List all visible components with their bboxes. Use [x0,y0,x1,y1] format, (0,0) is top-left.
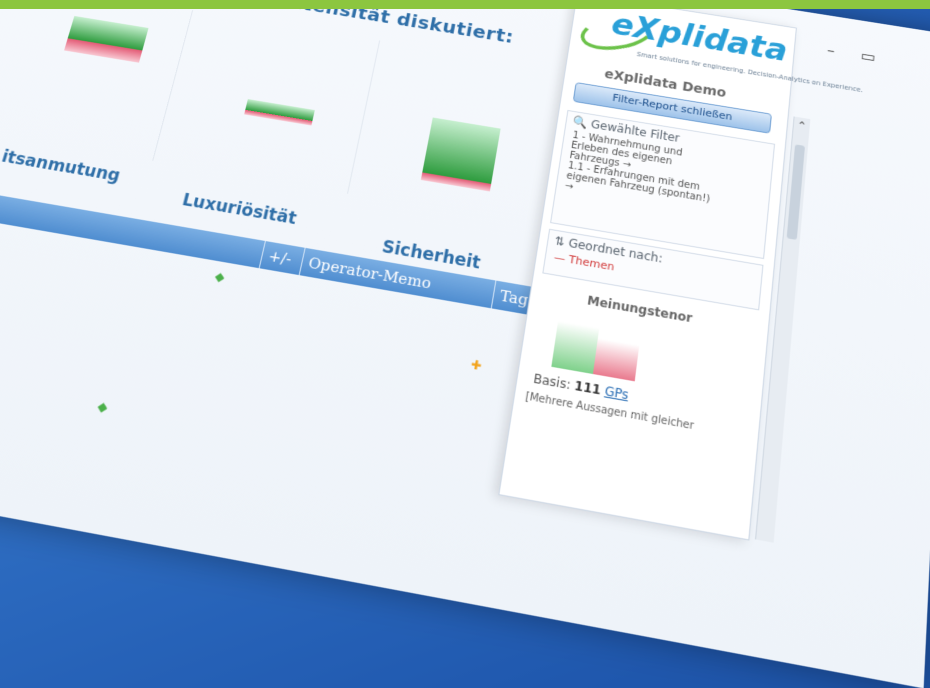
search-icon: 🔍 [572,115,588,130]
grid-line [347,40,380,193]
basis-label: Basis: [532,371,571,392]
minimize-icon[interactable]: – [826,41,835,59]
top-accent-bar [0,0,930,9]
grid-line [152,10,193,161]
tenor-positive-bar [551,321,599,374]
maximize-icon[interactable]: ▭ [860,47,876,66]
scroll-thumb[interactable] [787,144,805,240]
positive-marker-icon: ◆ [214,269,227,284]
opinion-tenor-title: Meinungstenor [586,293,693,325]
basis-unit-link[interactable]: GPs [604,384,630,403]
browser-window: ellung in u.s. Intensität diskutiert: it… [0,0,930,688]
category-label-2: Luxuriösität [180,191,298,229]
column-header-sign[interactable]: +/- [259,241,305,275]
tenor-negative-bar [593,338,639,381]
intensity-chart [6,0,608,243]
basis-value: 111 [574,378,602,397]
tag-marker-icon: ✚ [470,357,483,373]
scroll-up-icon[interactable]: ⌃ [793,118,810,133]
sort-icon: ⇅ [554,234,566,249]
positive-marker-icon: ◆ [96,399,109,415]
